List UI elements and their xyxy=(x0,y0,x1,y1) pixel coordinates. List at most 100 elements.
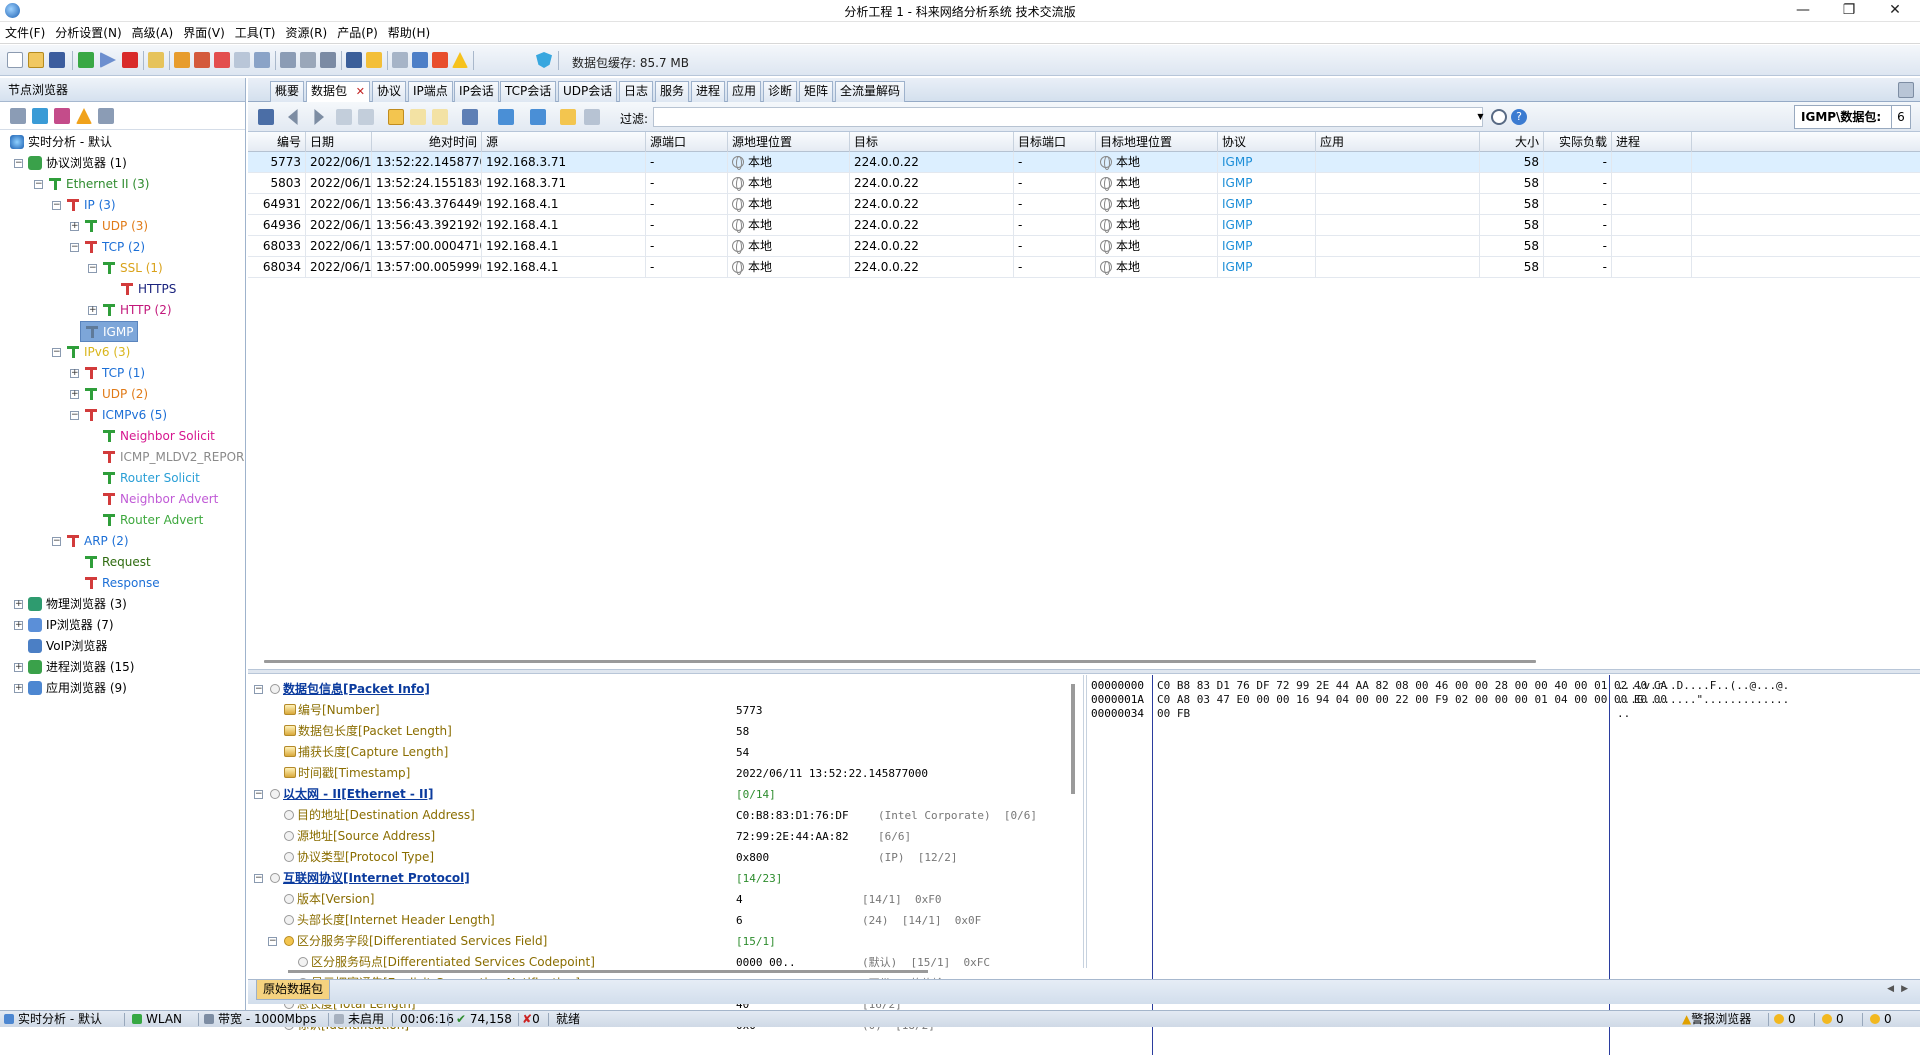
panel-layout-icon[interactable] xyxy=(1898,82,1914,98)
column-header[interactable]: 协议 xyxy=(1218,132,1316,152)
scroll-left-icon[interactable]: ◀ xyxy=(1887,984,1894,994)
detail-field[interactable]: − 区分服务字段[Differentiated Services Field] [1… xyxy=(248,931,1084,952)
list-view-icon[interactable] xyxy=(388,109,404,125)
tab-full-flow-decode[interactable]: 全流量解码 xyxy=(835,81,906,102)
filter-dropdown-icon[interactable]: ▼ xyxy=(1473,107,1488,127)
tree-item[interactable]: Response xyxy=(84,573,160,594)
table-row[interactable]: 649362022/06/1113:56:43.392192000192.168… xyxy=(248,215,1920,236)
note-icon[interactable] xyxy=(392,52,408,68)
column-header[interactable]: 源端口 xyxy=(646,132,728,152)
collapse-icon[interactable]: − xyxy=(254,685,263,694)
filter-node-icon[interactable] xyxy=(32,108,48,124)
expand-icon[interactable]: + xyxy=(88,306,97,315)
close-tab-icon[interactable]: ✕ xyxy=(356,82,365,101)
expand-icon[interactable]: + xyxy=(14,663,23,672)
menu-advanced[interactable]: 高级(A) xyxy=(127,22,179,44)
column-header[interactable]: 绝对时间 xyxy=(372,132,482,152)
print-icon[interactable] xyxy=(412,52,428,68)
collapse-icon[interactable]: − xyxy=(52,348,61,357)
collapse-icon[interactable]: − xyxy=(268,937,277,946)
tree-item[interactable]: ICMPv6 (5) xyxy=(84,405,167,426)
tree-item[interactable]: HTTPS xyxy=(120,279,176,300)
tab-tcp-sessions[interactable]: TCP会话 xyxy=(500,81,557,102)
maximize-button[interactable]: ❐ xyxy=(1826,0,1872,22)
detail-field[interactable]: 编号[Number] 5773 xyxy=(248,700,1084,721)
monitor-icon[interactable] xyxy=(346,52,362,68)
column-header[interactable]: 目标地理位置 xyxy=(1096,132,1218,152)
chart-icon[interactable] xyxy=(432,52,448,68)
tree-item[interactable]: SSL (1) xyxy=(102,258,163,279)
menu-tools[interactable]: 工具(T) xyxy=(230,22,281,44)
filter-icon[interactable] xyxy=(174,52,190,68)
tree-item[interactable]: HTTP (2) xyxy=(102,300,172,321)
funnel-icon[interactable] xyxy=(300,52,316,68)
detail-section[interactable]: − 以太网 - II[Ethernet - II] [0/14] xyxy=(248,784,1084,805)
tree-item[interactable]: 实时分析 - 默认 xyxy=(10,132,112,153)
scroll-right-icon[interactable]: ▶ xyxy=(1901,984,1908,994)
table-row[interactable]: 649312022/06/1113:56:43.376449000192.168… xyxy=(248,194,1920,215)
shield-icon[interactable] xyxy=(536,52,552,68)
tab-summary[interactable]: 概要 xyxy=(270,81,305,102)
detail-section[interactable]: − 互联网协议[Internet Protocol] [14/23] xyxy=(248,868,1084,889)
menu-file[interactable]: 文件(F) xyxy=(0,22,50,44)
help-icon[interactable]: ? xyxy=(1511,109,1527,125)
expand-icon[interactable]: + xyxy=(70,369,79,378)
detail-field[interactable]: 头部长度[Internet Header Length] 6 (24) [14/1]… xyxy=(248,910,1084,931)
collapse-icon[interactable]: − xyxy=(70,243,79,252)
tree-item[interactable]: ARP (2) xyxy=(66,531,129,552)
expand-icon[interactable]: + xyxy=(70,390,79,399)
column-icon[interactable] xyxy=(560,109,576,125)
tree-item[interactable]: Ethernet II (3) xyxy=(48,174,149,195)
report-icon[interactable] xyxy=(234,52,250,68)
play-icon[interactable] xyxy=(100,52,116,68)
tree-item[interactable]: Neighbor Solicit xyxy=(102,426,215,447)
trash-icon[interactable] xyxy=(280,52,296,68)
alert-icon[interactable] xyxy=(76,108,92,124)
collapse-icon[interactable]: − xyxy=(14,159,23,168)
tree-item[interactable]: 协议浏览器 (1) xyxy=(28,153,127,174)
tree-item[interactable]: IP浏览器 (7) xyxy=(28,615,114,636)
table-row[interactable]: 57732022/06/1113:52:22.145877000192.168.… xyxy=(248,152,1920,173)
table-row[interactable]: 680332022/06/1113:57:00.000471000192.168… xyxy=(248,236,1920,257)
stop-icon[interactable] xyxy=(122,52,138,68)
open-icon[interactable] xyxy=(28,52,44,68)
decode-option-icon[interactable] xyxy=(462,109,478,125)
collapse-icon[interactable]: − xyxy=(52,201,61,210)
collapse-icon[interactable]: − xyxy=(70,411,79,420)
tab-protocol[interactable]: 协议 xyxy=(372,81,407,102)
filter-input[interactable] xyxy=(653,107,1483,127)
tab-packets[interactable]: 数据包 ✕ xyxy=(306,81,371,103)
collapse-icon[interactable]: − xyxy=(52,537,61,546)
decode-icon[interactable] xyxy=(254,52,270,68)
detail-field[interactable]: 目的地址[Destination Address] C0:B8:83:D1:76:… xyxy=(248,805,1084,826)
tree-item[interactable]: UDP (2) xyxy=(84,384,148,405)
filter-option-icon[interactable] xyxy=(498,109,514,125)
tree-item[interactable]: 物理浏览器 (3) xyxy=(28,594,127,615)
status-alarm-browser[interactable]: 警报浏览器 xyxy=(1691,1012,1751,1026)
column-header[interactable]: 源地理位置 xyxy=(728,132,850,152)
detail-field[interactable]: 捕获长度[Capture Length] 54 xyxy=(248,742,1084,763)
detail-field[interactable]: 数据包长度[Packet Length] 58 xyxy=(248,721,1084,742)
hex-view-icon[interactable] xyxy=(432,109,448,125)
table-row[interactable]: 58032022/06/1113:52:24.155183000192.168.… xyxy=(248,173,1920,194)
settings-icon[interactable] xyxy=(148,52,164,68)
column-header[interactable]: 应用 xyxy=(1316,132,1480,152)
detail-field[interactable]: 版本[Version] 4 [14/1] 0xF0 xyxy=(248,889,1084,910)
tree-item[interactable]: Router Solicit xyxy=(102,468,200,489)
collapse-icon[interactable]: − xyxy=(88,264,97,273)
column-header[interactable]: 源 xyxy=(482,132,646,152)
menu-view[interactable]: 界面(V) xyxy=(178,22,230,44)
tab-ip-sessions[interactable]: IP会话 xyxy=(454,81,499,102)
tab-log[interactable]: 日志 xyxy=(619,81,654,102)
db-icon[interactable] xyxy=(320,52,336,68)
tree-item[interactable]: IP (3) xyxy=(66,195,116,216)
save-icon[interactable] xyxy=(49,52,65,68)
collapse-icon[interactable]: − xyxy=(34,180,43,189)
table-horizontal-scrollbar[interactable] xyxy=(264,660,1536,663)
column-header[interactable]: 编号 xyxy=(248,132,306,152)
detail-field[interactable]: 协议类型[Protocol Type] 0x800 (IP) [12/2] xyxy=(248,847,1084,868)
detail-view-icon[interactable] xyxy=(410,109,426,125)
column-header[interactable]: 实际负载 xyxy=(1544,132,1612,152)
tab-matrix[interactable]: 矩阵 xyxy=(799,81,834,102)
tab-ip-endpoints[interactable]: IP端点 xyxy=(408,81,453,102)
